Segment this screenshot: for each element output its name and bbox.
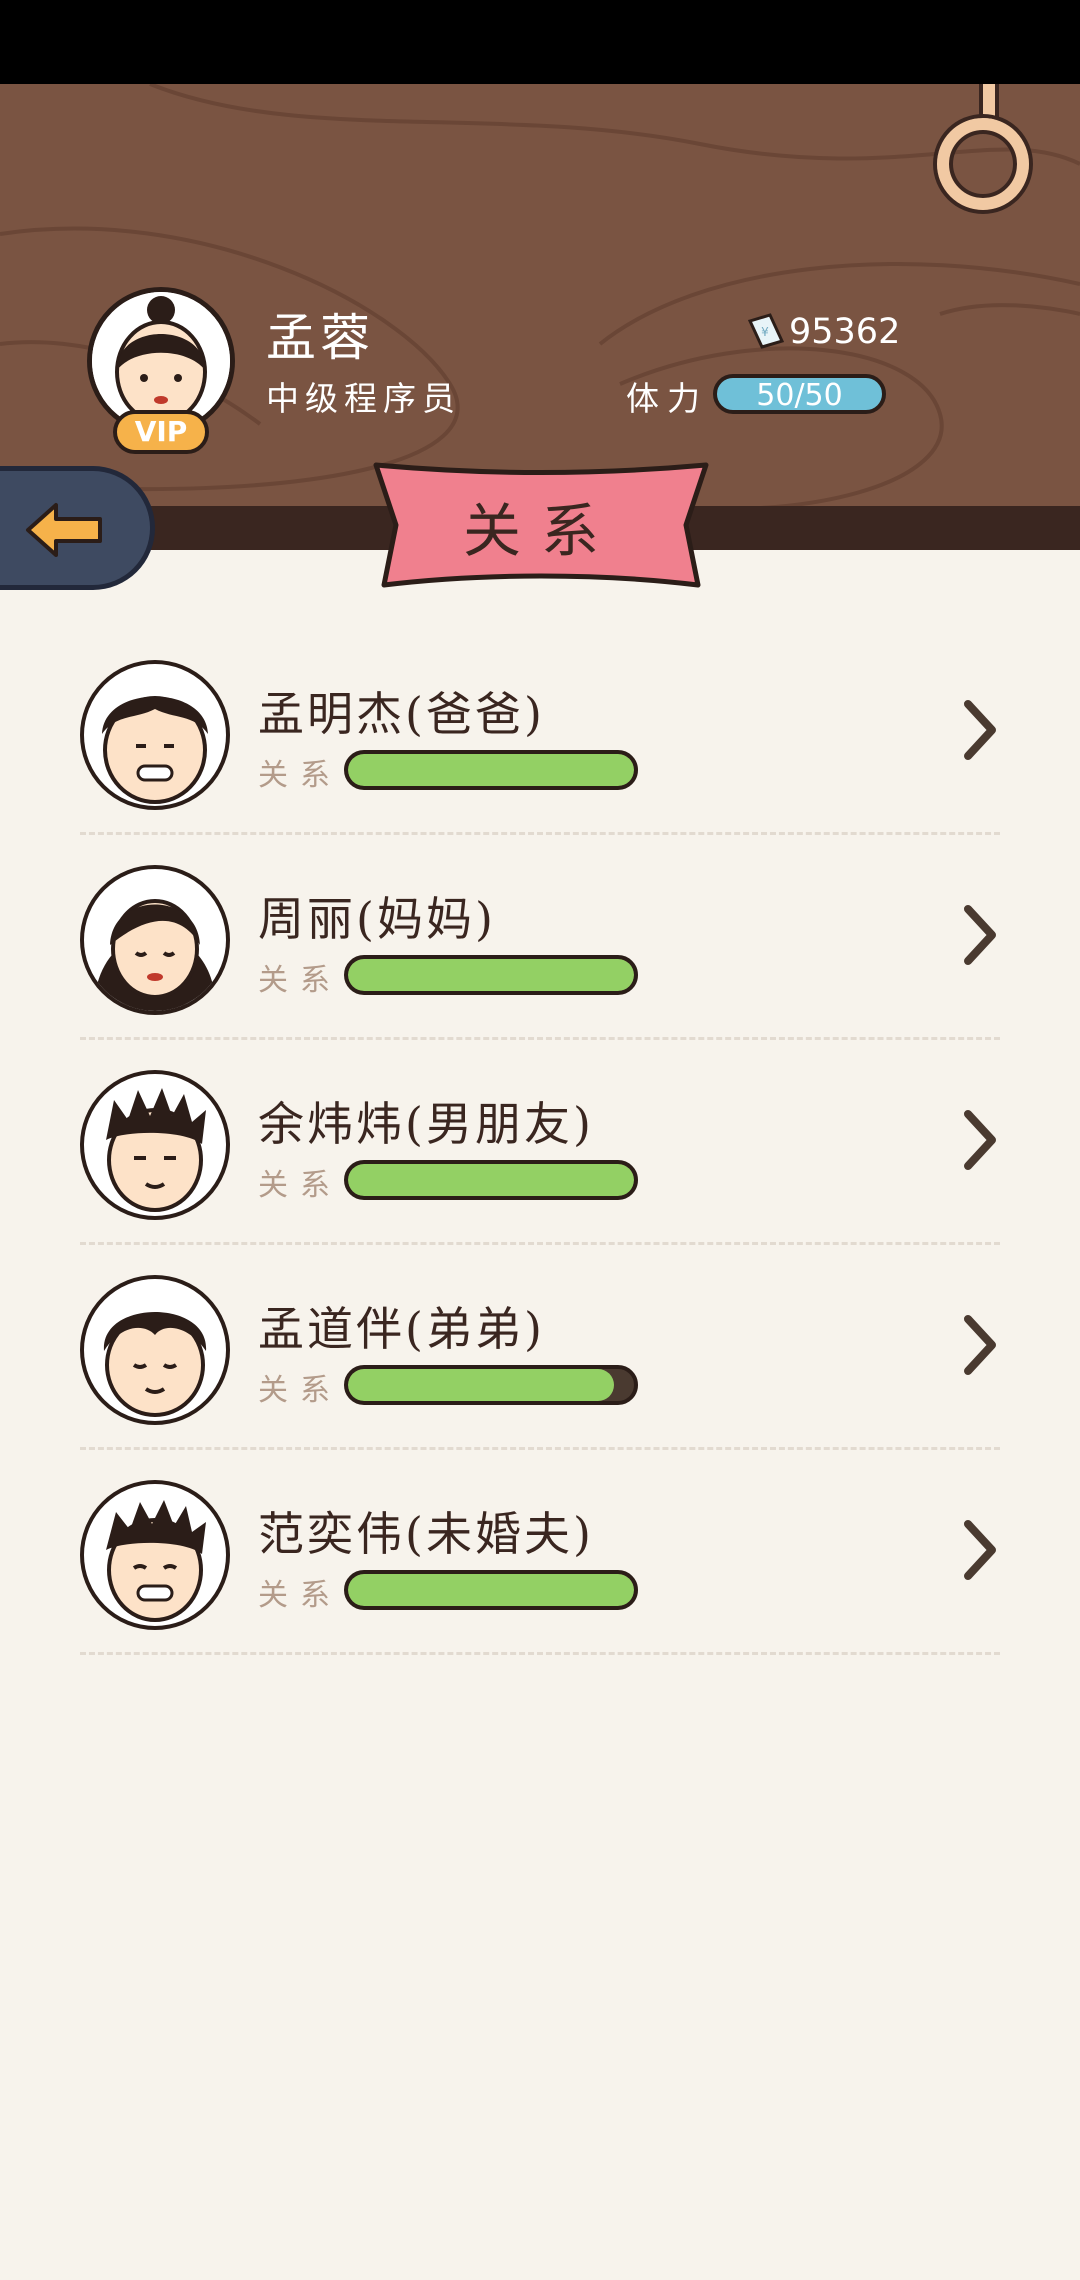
relation-name: 孟道伴(弟弟) — [258, 1302, 545, 1356]
row-divider — [80, 1652, 1000, 1655]
relation-label: 关系 — [258, 963, 342, 998]
vip-badge: VIP — [113, 410, 209, 454]
player-title: 中级程序员 — [266, 379, 461, 418]
relation-label: 关系 — [258, 1578, 342, 1613]
relation-label: 关系 — [258, 758, 342, 793]
stamina-label: 体力 — [626, 379, 708, 418]
relation-bar-fill — [348, 754, 634, 786]
relation-bar — [344, 1570, 638, 1610]
player-name: 孟蓉 — [266, 309, 374, 367]
page-title: 关系 — [462, 497, 619, 565]
chevron-right-icon — [964, 1520, 996, 1580]
row-divider — [80, 1037, 1000, 1040]
relation-bar — [344, 1365, 638, 1405]
relation-row[interactable]: 孟道伴(弟弟) 关系 — [0, 1265, 1080, 1470]
relation-bar-fill — [348, 1574, 634, 1606]
ring-icon[interactable] — [937, 118, 1029, 210]
relation-bar-fill — [348, 959, 634, 991]
stamina-value: 50/50 — [756, 378, 843, 413]
svg-text:¥: ¥ — [761, 325, 769, 339]
relation-row[interactable]: 周丽(妈妈) 关系 — [0, 855, 1080, 1060]
chevron-right-icon — [964, 1110, 996, 1170]
relation-label: 关系 — [258, 1373, 342, 1408]
money-value: 95362 — [789, 312, 901, 352]
relation-row[interactable]: 余炜炜(男朋友) 关系 — [0, 1060, 1080, 1265]
relation-bar-fill — [348, 1164, 634, 1196]
relation-bar-fill — [348, 1369, 614, 1401]
relation-bar — [344, 955, 638, 995]
relation-bar — [344, 750, 638, 790]
back-button[interactable] — [0, 466, 155, 590]
chevron-right-icon — [964, 1315, 996, 1375]
relation-name: 范奕伟(未婚夫) — [258, 1507, 594, 1561]
avatar — [80, 660, 230, 810]
relation-name: 余炜炜(男朋友) — [258, 1097, 594, 1151]
avatar — [80, 1070, 230, 1220]
relation-name: 孟明杰(爸爸) — [258, 687, 545, 741]
status-bar — [0, 0, 1080, 84]
relation-row[interactable]: 孟明杰(爸爸) 关系 — [0, 650, 1080, 855]
money-icon: ¥ — [747, 313, 785, 349]
chevron-right-icon — [964, 905, 996, 965]
relation-row[interactable]: 范奕伟(未婚夫) 关系 — [0, 1470, 1080, 1675]
chevron-right-icon — [964, 700, 996, 760]
row-divider — [80, 1242, 1000, 1245]
avatar — [80, 865, 230, 1015]
relation-bar — [344, 1160, 638, 1200]
relation-name: 周丽(妈妈) — [258, 892, 496, 946]
avatar — [80, 1480, 230, 1630]
back-arrow-icon — [26, 503, 102, 557]
row-divider — [80, 1447, 1000, 1450]
avatar — [80, 1275, 230, 1425]
relation-label: 关系 — [258, 1168, 342, 1203]
row-divider — [80, 832, 1000, 835]
